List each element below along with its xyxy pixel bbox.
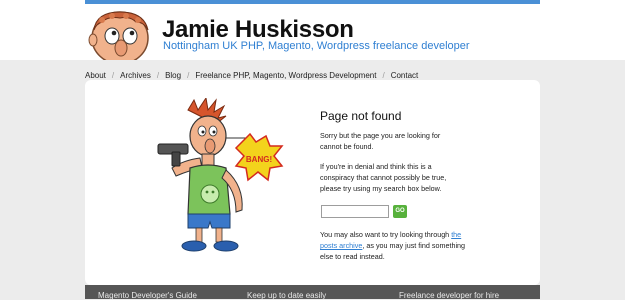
nav-separator: / bbox=[111, 71, 115, 80]
nav-link-about[interactable]: About bbox=[85, 71, 106, 80]
nav-separator: / bbox=[187, 71, 190, 80]
site-header: Jamie Huskisson Nottingham UK PHP, Magen… bbox=[0, 0, 625, 60]
search-go-button[interactable]: GO bbox=[393, 205, 407, 218]
archive-text-before: You may also want to try looking through bbox=[320, 230, 452, 239]
nav-separator: / bbox=[382, 71, 385, 80]
footer: Magento Developer's Guide Keep up to dat… bbox=[85, 285, 540, 300]
nav-item-about[interactable]: About bbox=[85, 71, 106, 80]
main-nav: About / Archives / Blog / Freelance PHP, Magen… bbox=[0, 60, 625, 80]
site-tagline: Nottingham UK PHP, Magento, Wordpress fr… bbox=[163, 40, 470, 52]
nav-item-blog[interactable]: Blog bbox=[165, 71, 181, 80]
search-suggestion: If you're in denial and think this is a … bbox=[320, 162, 447, 193]
archive-suggestion: You may also want to try looking through… bbox=[320, 229, 470, 262]
nav-item-contact[interactable]: Contact bbox=[391, 71, 419, 80]
search-input[interactable] bbox=[321, 205, 389, 218]
nav-link-freelance[interactable]: Freelance PHP, Magento, Wordpress Develo… bbox=[195, 71, 376, 80]
nav-item-freelance[interactable]: Freelance PHP, Magento, Wordpress Develo… bbox=[195, 71, 376, 80]
page-title: Page not found bbox=[320, 109, 402, 123]
not-found-message: Sorry but the page you are looking for c… bbox=[320, 131, 441, 151]
nav-item-archives[interactable]: Archives bbox=[120, 71, 151, 80]
nav-link-archives[interactable]: Archives bbox=[120, 71, 151, 80]
nav-separator: / bbox=[156, 71, 160, 80]
nav-link-contact[interactable]: Contact bbox=[391, 71, 419, 80]
bang-text: BANG! bbox=[246, 155, 272, 164]
accent-bar bbox=[85, 0, 540, 4]
cartoon-illustration: BANG! bbox=[150, 96, 300, 253]
avatar[interactable] bbox=[86, 8, 156, 60]
nav-link-blog[interactable]: Blog bbox=[165, 71, 181, 80]
